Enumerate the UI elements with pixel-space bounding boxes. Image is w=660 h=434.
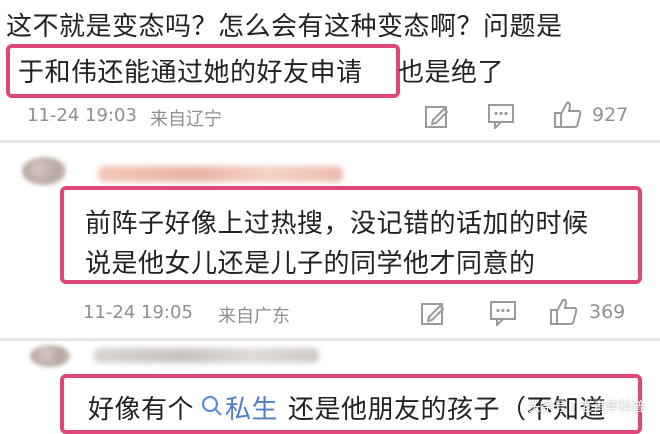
comment-3-line-1-b[interactable]: 私生: [225, 389, 278, 426]
divider-1: [0, 140, 660, 143]
edit-icon[interactable]: [424, 103, 450, 129]
thumbs-up-icon[interactable]: [549, 297, 579, 327]
watermark: 头条号 / 老青年科普: [528, 400, 645, 415]
comment-1-line-2-highlight: 于和伟还能通过她的好友申请: [18, 58, 363, 88]
comment-2-like-count: 369: [589, 301, 626, 323]
comment-1-line-2-rest: 也是绝了: [398, 58, 505, 88]
divider-2: [0, 338, 660, 341]
comment-icon[interactable]: [487, 103, 515, 129]
comment-2-time: 11-24 19:05: [83, 302, 193, 323]
comment-1-time: 11-24 19:03: [27, 105, 137, 126]
comment-3-line-1-a: 好像有个: [88, 395, 195, 425]
comment-1-location: 来自辽宁: [150, 109, 222, 130]
comment-2-line-2: 说是他女儿还是儿子的同学他才同意的: [85, 249, 536, 279]
avatar[interactable]: [30, 345, 70, 367]
search-icon[interactable]: [201, 395, 223, 417]
username-blurred[interactable]: [98, 166, 343, 182]
username-blurred[interactable]: [94, 348, 319, 363]
comment-icon[interactable]: [489, 300, 517, 326]
thumbs-up-icon[interactable]: [553, 100, 583, 130]
avatar[interactable]: [22, 157, 66, 185]
comment-2-line-1: 前阵子好像上过热搜，没记错的话加的时候: [85, 209, 589, 239]
comment-2-location: 来自广东: [218, 306, 290, 327]
comment-1-like-count: 927: [592, 104, 629, 126]
edit-icon[interactable]: [420, 300, 446, 326]
comment-1-line-1: 这不就是变态吗？怎么会有这种变态啊？问题是: [6, 12, 563, 42]
